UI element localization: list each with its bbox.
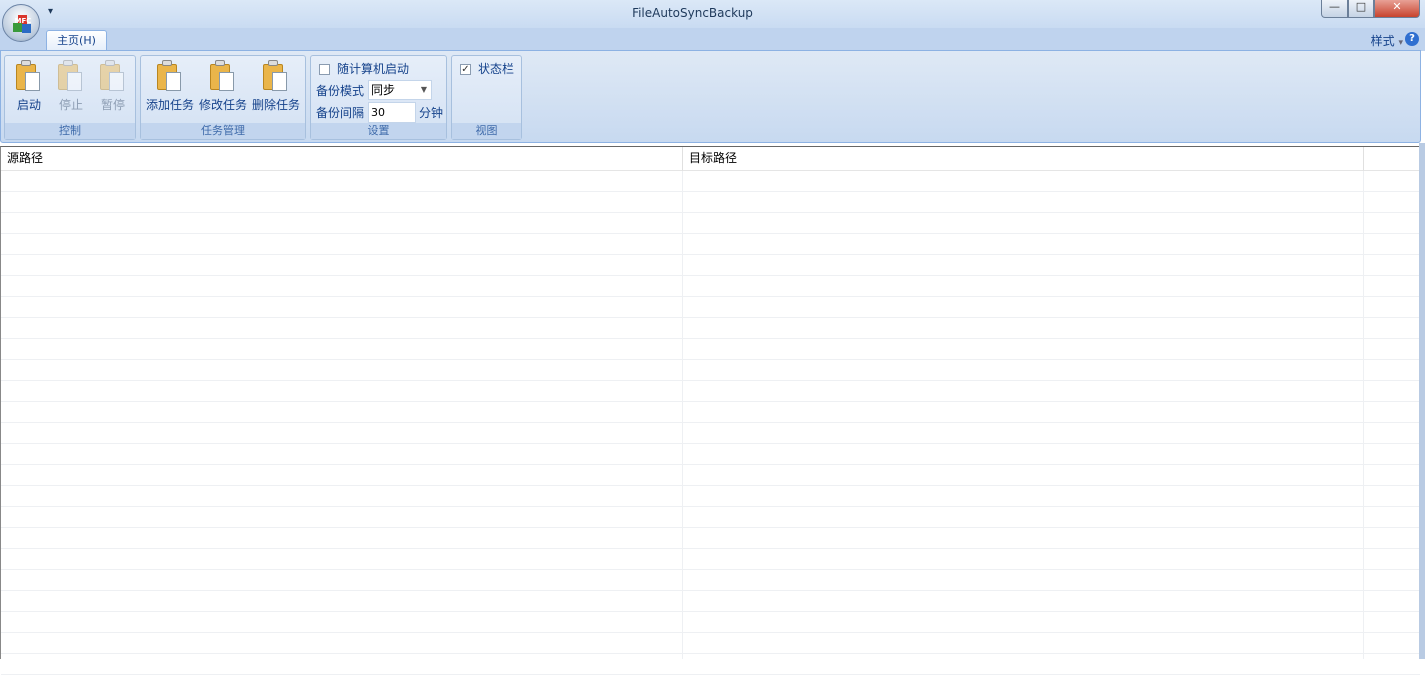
clipboard-icon [100, 60, 126, 92]
start-label: 启动 [16, 98, 41, 112]
empty-row [1, 297, 1420, 318]
clipboard-icon [210, 60, 236, 92]
title-bar: FileAutoSyncBackup ▾ — □ ✕ [0, 0, 1425, 28]
mode-value: 同步 [371, 83, 396, 97]
chevron-down-icon: ▾ [1398, 38, 1403, 48]
ribbon: 启动 停止 暂停 控制 添加任务 修改任务 删除任务 任务管理 随计算机启动 备… [0, 50, 1421, 143]
empty-row [1, 192, 1420, 213]
close-button[interactable]: ✕ [1374, 0, 1420, 18]
pause-button[interactable]: 暂停 [97, 60, 129, 113]
empty-row [1, 633, 1420, 654]
clipboard-icon [58, 60, 84, 92]
empty-row [1, 339, 1420, 360]
pause-label: 暂停 [100, 98, 125, 112]
style-label: 样式 [1370, 34, 1395, 48]
empty-row [1, 213, 1420, 234]
task-list[interactable]: 源路径 目标路径 [0, 146, 1420, 675]
empty-row [1, 591, 1420, 612]
group-control: 启动 停止 暂停 控制 [4, 55, 136, 140]
group-label: 设置 [311, 123, 446, 139]
empty-row [1, 486, 1420, 507]
column-header-target[interactable]: 目标路径 [683, 147, 1364, 171]
empty-row [1, 654, 1420, 675]
clipboard-icon [157, 60, 183, 92]
empty-row [1, 423, 1420, 444]
empty-row [1, 255, 1420, 276]
chevron-down-icon: ▼ [420, 85, 427, 94]
empty-row [1, 444, 1420, 465]
statusbar-label: 状态栏 [478, 62, 515, 76]
check-icon: ✓ [460, 64, 471, 75]
empty-row [1, 381, 1420, 402]
help-icon[interactable]: ? [1405, 32, 1419, 46]
style-menu[interactable]: 样式 ▾ [1371, 32, 1403, 49]
empty-row [1, 528, 1420, 549]
column-header-source[interactable]: 源路径 [1, 147, 683, 171]
mode-label: 备份模式 [316, 84, 365, 98]
start-button[interactable]: 启动 [13, 60, 45, 113]
add-task-label: 添加任务 [145, 98, 194, 112]
group-label: 任务管理 [141, 123, 305, 139]
autostart-label: 随计算机启动 [337, 62, 410, 76]
delete-task-label: 删除任务 [251, 98, 300, 112]
stop-button[interactable]: 停止 [55, 60, 87, 113]
empty-row [1, 171, 1420, 192]
clipboard-icon [16, 60, 42, 92]
empty-row [1, 276, 1420, 297]
empty-row [1, 234, 1420, 255]
checkbox-icon [319, 64, 330, 75]
clipboard-icon [263, 60, 289, 92]
group-view: ✓ 状态栏 视图 [451, 55, 522, 140]
add-task-button[interactable]: 添加任务 [145, 60, 195, 113]
statusbar-checkbox[interactable]: ✓ 状态栏 [460, 60, 514, 77]
edit-task-label: 修改任务 [198, 98, 247, 112]
backup-mode-select[interactable]: 同步 ▼ [368, 80, 432, 100]
window-title: FileAutoSyncBackup [632, 6, 753, 20]
delete-task-button[interactable]: 删除任务 [251, 60, 301, 113]
tab-home[interactable]: 主页(H) [46, 30, 107, 52]
edit-task-button[interactable]: 修改任务 [198, 60, 248, 113]
empty-row [1, 549, 1420, 570]
column-header-filler [1364, 147, 1420, 171]
window-border [1419, 143, 1425, 659]
stop-label: 停止 [58, 98, 83, 112]
group-label: 控制 [5, 123, 135, 139]
empty-row [1, 612, 1420, 633]
application-menu-button[interactable]: MFC [2, 4, 40, 42]
empty-row [1, 507, 1420, 528]
maximize-button[interactable]: □ [1348, 0, 1374, 18]
empty-row [1, 570, 1420, 591]
app-logo-letters: MFC [14, 17, 32, 25]
group-label: 视图 [452, 123, 521, 139]
empty-row [1, 318, 1420, 339]
interval-input[interactable]: 30 [368, 102, 416, 123]
quick-access-dropdown[interactable]: ▾ [48, 6, 53, 17]
interval-label: 备份间隔 [316, 106, 365, 120]
group-settings: 随计算机启动 备份模式 同步 ▼ 备份间隔 30 分钟 设置 [310, 55, 447, 140]
interval-unit: 分钟 [419, 106, 444, 120]
autostart-checkbox[interactable]: 随计算机启动 [319, 60, 409, 77]
ribbon-tab-strip: 主页(H) 样式 ▾ ? [0, 28, 1425, 52]
empty-row [1, 402, 1420, 423]
minimize-button[interactable]: — [1321, 0, 1348, 18]
group-task-management: 添加任务 修改任务 删除任务 任务管理 [140, 55, 306, 140]
empty-row [1, 465, 1420, 486]
empty-row [1, 360, 1420, 381]
